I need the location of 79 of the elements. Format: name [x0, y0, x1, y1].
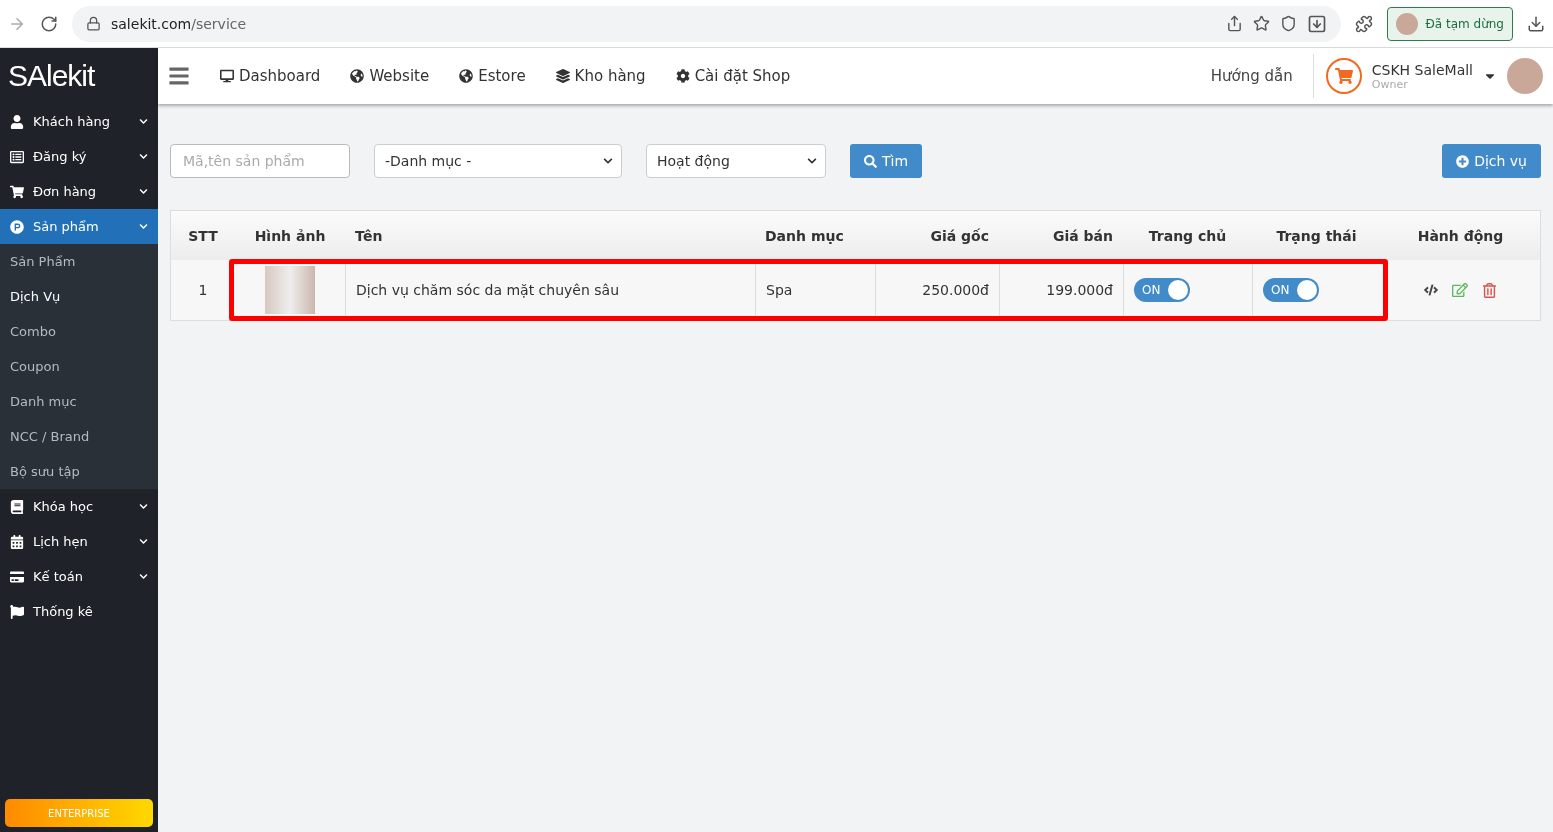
submenu-item[interactable]: Combo	[0, 314, 158, 349]
shop-name[interactable]: CSKH SaleMall	[1371, 61, 1473, 78]
column-header: Hình ảnh	[254, 227, 326, 244]
search-button[interactable]: Tìm	[850, 144, 923, 178]
extensions-icon[interactable]	[1354, 14, 1373, 33]
flag-icon	[10, 604, 24, 619]
lock-icon	[86, 16, 101, 31]
avatar-circle	[1395, 12, 1418, 35]
globe-icon	[350, 69, 365, 83]
cart-logo-icon	[1325, 58, 1362, 94]
nav-link[interactable]: Kho hàng	[555, 67, 646, 85]
column-header: Trạng thái	[1276, 227, 1357, 244]
nav-link[interactable]: Estore	[459, 67, 526, 85]
submenu-item[interactable]: Dịch Vụ	[0, 279, 158, 314]
role-label: Owner	[1371, 77, 1409, 91]
nav-link[interactable]: Cài đặt Shop	[675, 67, 791, 85]
chevron-icon	[807, 156, 817, 166]
nav-link[interactable]: Dashboard	[220, 67, 321, 85]
chevron-icon	[603, 156, 613, 166]
submenu-item[interactable]: Bộ sưu tập	[0, 454, 158, 489]
table-cell: Dịch vụ chăm sóc da mặt chuyên sâu	[356, 282, 620, 298]
plan-badge: ENTERPRISE	[5, 799, 153, 827]
address-bar[interactable]: salekit.com/service	[72, 5, 1341, 42]
sidebar-item[interactable]: Lịch hẹn	[0, 524, 158, 559]
column-header: Hành động	[1417, 227, 1504, 244]
cart-icon	[10, 184, 24, 199]
logo: SAlekit	[7, 58, 96, 94]
category-select[interactable]: -Danh mục -	[374, 144, 622, 178]
table-cell: 1	[198, 282, 208, 298]
layers-icon	[555, 69, 570, 83]
sidebar-item[interactable]: Sản phẩm	[0, 209, 158, 244]
calendar-icon	[10, 534, 24, 549]
profile-button[interactable]: Đã tạm dừng	[1386, 6, 1513, 41]
submenu-item[interactable]: NCC / Brand	[0, 419, 158, 454]
submenu-item[interactable]: Coupon	[0, 349, 158, 384]
help-link[interactable]: Hướng dẫn	[1210, 54, 1314, 98]
column-header: Giá gốc	[930, 227, 989, 244]
column-header: Trang chủ	[1148, 227, 1227, 244]
column-header: Danh mục	[765, 227, 844, 244]
shield-icon[interactable]	[1279, 15, 1297, 32]
sidebar-item[interactable]: Đơn hàng	[0, 174, 158, 209]
column-header: Tên	[355, 227, 383, 244]
status-select[interactable]: Hoạt động	[646, 144, 826, 178]
book-icon	[10, 499, 24, 514]
sidebar-item[interactable]: Đăng ký	[0, 139, 158, 174]
nav-link[interactable]: Website	[350, 67, 430, 85]
star-icon[interactable]	[1252, 15, 1270, 32]
url-path: /service	[191, 15, 247, 32]
globe-icon	[459, 69, 474, 83]
column-header: STT	[188, 227, 218, 244]
download-icon[interactable]	[1527, 14, 1545, 33]
table-cell: 199.000đ	[1046, 282, 1113, 298]
search-icon	[864, 154, 877, 168]
table-cell: Spa	[766, 282, 793, 298]
user-icon	[10, 114, 24, 129]
sidebar-item[interactable]: Khách hàng	[0, 104, 158, 139]
download-icon[interactable]	[1306, 13, 1327, 34]
list-icon	[10, 149, 24, 164]
monitor-icon	[220, 69, 234, 83]
share-icon[interactable]	[1225, 15, 1243, 32]
toggle-switch[interactable]: ON	[1263, 278, 1319, 302]
add-service-button[interactable]: Dịch vụ	[1442, 144, 1541, 178]
menu-icon[interactable]	[168, 65, 190, 87]
gear-icon	[675, 69, 690, 83]
sidebar-item[interactable]: Thống kê	[0, 594, 158, 629]
sidebar-item[interactable]: Kế toán	[0, 559, 158, 594]
submenu-item[interactable]: Sản Phẩm	[0, 244, 158, 279]
code-icon[interactable]	[1424, 283, 1438, 297]
credit-card-icon	[10, 569, 24, 584]
sidebar-item[interactable]: Khóa học	[0, 489, 158, 524]
url-host: salekit.com	[111, 15, 192, 32]
delete-icon[interactable]	[1482, 282, 1497, 298]
toggle-switch[interactable]: ON	[1134, 278, 1190, 302]
search-field[interactable]: Mã,tên sản phẩm	[170, 144, 350, 178]
table-cell: 250.000đ	[922, 282, 989, 298]
column-header: Giá bán	[1052, 227, 1113, 244]
photo-placeholder	[265, 266, 315, 314]
submenu-item[interactable]: Danh mục	[0, 384, 158, 419]
reload-icon[interactable]	[40, 14, 58, 33]
